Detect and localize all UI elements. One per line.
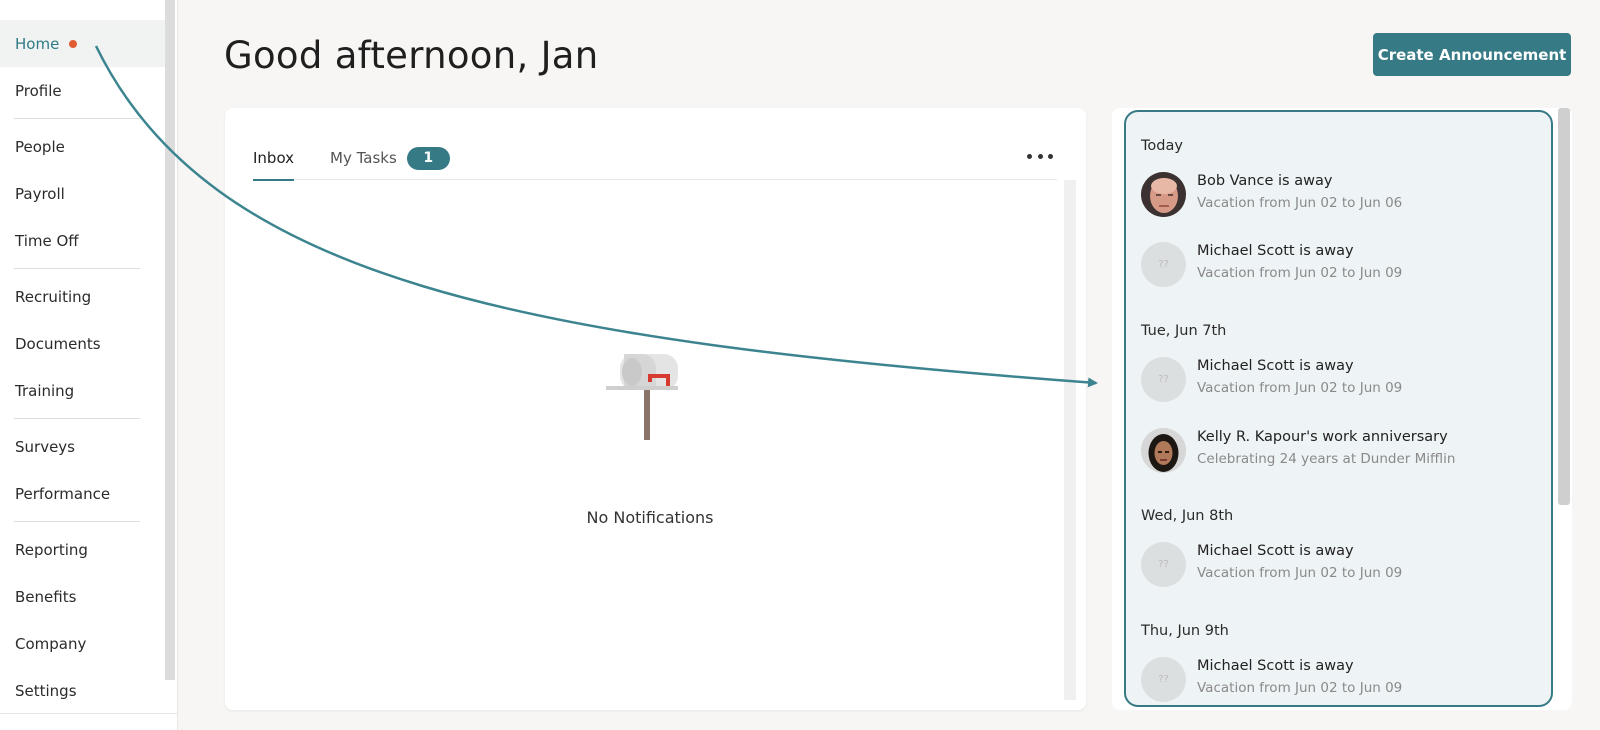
create-announcement-button[interactable]: Create Announcement	[1373, 33, 1571, 76]
feed-item-subtitle: Vacation from Jun 02 to Jun 09	[1197, 565, 1403, 581]
inbox-scrollbar[interactable]	[1064, 180, 1076, 700]
sidebar-item-label: Performance	[15, 484, 111, 503]
person-photo-icon	[1141, 428, 1186, 473]
feed-item[interactable]: ?? Michael Scott is away Vacation from J…	[1141, 242, 1541, 290]
sidebar-item-label: Profile	[15, 81, 62, 100]
sidebar-divider	[14, 521, 140, 522]
sidebar-divider	[14, 268, 140, 269]
sidebar-item-recruiting[interactable]: Recruiting	[0, 273, 166, 320]
feed-item-title: Michael Scott is away	[1197, 543, 1354, 559]
feed-date-header: Wed, Jun 8th	[1141, 508, 1234, 524]
sidebar-item-documents[interactable]: Documents	[0, 320, 166, 367]
tab-inbox[interactable]: Inbox	[253, 136, 294, 181]
empty-state-text: No Notifications	[586, 508, 714, 527]
feed-item[interactable]: ?? Michael Scott is away Vacation from J…	[1141, 357, 1541, 405]
sidebar-item-benefits[interactable]: Benefits	[0, 573, 166, 620]
sidebar: Home Profile People Payroll Time Off Rec…	[0, 0, 178, 730]
sidebar-nav: Home Profile People Payroll Time Off Rec…	[0, 20, 166, 714]
sidebar-item-home[interactable]: Home	[0, 20, 166, 67]
sidebar-item-payroll[interactable]: Payroll	[0, 170, 166, 217]
feed-item-subtitle: Celebrating 24 years at Dunder Mifflin	[1197, 451, 1456, 467]
feed-list: Today Bob Vance is away Vacation from Ju…	[1124, 110, 1553, 707]
tab-label: Inbox	[253, 148, 295, 167]
sidebar-item-training[interactable]: Training	[0, 367, 166, 414]
feed-item[interactable]: Kelly R. Kapour's work anniversary Celeb…	[1141, 428, 1541, 476]
feed-item[interactable]: Bob Vance is away Vacation from Jun 02 t…	[1141, 172, 1541, 220]
task-count-badge: 1	[406, 146, 450, 170]
sidebar-item-label: Settings	[15, 681, 77, 700]
sidebar-item-label: Surveys	[15, 437, 75, 456]
avatar	[1141, 172, 1186, 217]
feed-date-header: Thu, Jun 9th	[1141, 623, 1229, 639]
feed-item-subtitle: Vacation from Jun 02 to Jun 09	[1197, 380, 1403, 396]
sidebar-item-surveys[interactable]: Surveys	[0, 423, 166, 470]
feed-item-subtitle: Vacation from Jun 02 to Jun 06	[1197, 195, 1403, 211]
avatar: ??	[1141, 542, 1186, 587]
sidebar-item-label: Reporting	[15, 540, 88, 559]
inbox-tabs: Inbox My Tasks 1	[253, 136, 1057, 181]
sidebar-item-label: Documents	[15, 334, 101, 353]
feed-item[interactable]: ?? Michael Scott is away Vacation from J…	[1141, 542, 1541, 590]
sidebar-item-label: People	[15, 137, 65, 156]
tab-my-tasks[interactable]: My Tasks 1	[330, 136, 450, 180]
sidebar-item-company[interactable]: Company	[0, 620, 166, 667]
more-options-icon[interactable]	[1027, 146, 1053, 166]
sidebar-item-reporting[interactable]: Reporting	[0, 526, 166, 573]
sidebar-bottom-divider	[0, 713, 178, 714]
feed-item-title: Michael Scott is away	[1197, 358, 1354, 374]
announcements-panel: Today Bob Vance is away Vacation from Ju…	[1112, 108, 1572, 710]
feed-item-subtitle: Vacation from Jun 02 to Jun 09	[1197, 680, 1403, 696]
sidebar-item-label: Home	[15, 34, 60, 53]
feed-date-header: Today	[1141, 138, 1183, 154]
page-title: Good afternoon, Jan	[224, 34, 599, 77]
avatar: ??	[1141, 357, 1186, 402]
sidebar-item-label: Payroll	[15, 184, 65, 203]
avatar: ??	[1141, 657, 1186, 702]
sidebar-item-settings[interactable]: Settings	[0, 667, 166, 714]
avatar: ??	[1141, 242, 1186, 287]
feed-scrollbar[interactable]	[1558, 108, 1570, 505]
sidebar-item-label: Benefits	[15, 587, 77, 606]
feed-item-title: Bob Vance is away	[1197, 173, 1333, 189]
sidebar-item-time-off[interactable]: Time Off	[0, 217, 166, 264]
feed-item-subtitle: Vacation from Jun 02 to Jun 09	[1197, 265, 1403, 281]
feed-item-title: Kelly R. Kapour's work anniversary	[1197, 429, 1448, 445]
sidebar-item-profile[interactable]: Profile	[0, 67, 166, 114]
sidebar-item-label: Time Off	[15, 231, 79, 250]
sidebar-item-label: Training	[15, 381, 75, 400]
feed-item[interactable]: ?? Michael Scott is away Vacation from J…	[1141, 657, 1541, 705]
sidebar-item-performance[interactable]: Performance	[0, 470, 166, 517]
sidebar-divider	[14, 118, 140, 119]
sidebar-item-label: Company	[15, 634, 87, 653]
notification-dot	[69, 39, 78, 48]
feed-date-header: Tue, Jun 7th	[1141, 323, 1227, 339]
feed-item-title: Michael Scott is away	[1197, 243, 1354, 259]
sidebar-item-label: Recruiting	[15, 287, 92, 306]
avatar	[1141, 428, 1186, 473]
sidebar-item-people[interactable]: People	[0, 123, 166, 170]
inbox-card: Inbox My Tasks 1 No Notifications	[225, 108, 1086, 710]
mailbox-icon	[606, 354, 678, 440]
sidebar-divider	[14, 418, 140, 419]
sidebar-scrollbar[interactable]	[165, 0, 175, 680]
person-photo-icon	[1141, 172, 1186, 217]
tab-label: My Tasks	[330, 149, 397, 167]
feed-item-title: Michael Scott is away	[1197, 658, 1354, 674]
